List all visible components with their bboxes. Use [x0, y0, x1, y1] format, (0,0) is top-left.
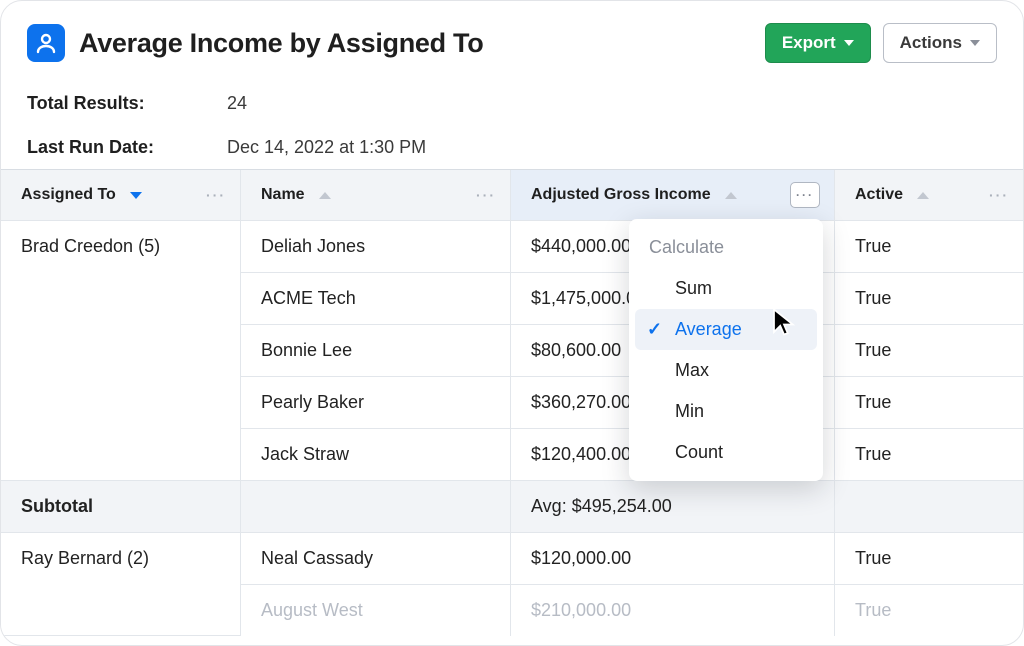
subtotal-value: Avg: $495,254.00: [511, 481, 835, 532]
cell-active: True: [835, 325, 1023, 376]
meta-last-run: Last Run Date: Dec 14, 2022 at 1:30 PM: [27, 125, 997, 169]
col-header-label: Assigned To: [21, 186, 116, 203]
col-header-label: Active: [855, 186, 903, 203]
subtotal-empty: [835, 481, 1023, 532]
more-icon[interactable]: ···: [206, 187, 226, 203]
cell-name: Jack Straw: [241, 429, 511, 480]
calc-option-sum[interactable]: Sum: [629, 268, 823, 309]
group-label[interactable]: Ray Bernard (2): [1, 533, 241, 636]
calculate-menu: Calculate Sum ✓ Average Max Min Count: [629, 219, 823, 481]
report-header: Average Income by Assigned To Export Act…: [1, 1, 1023, 75]
group-block: Ray Bernard (2) Neal Cassady $120,000.00…: [1, 533, 1023, 636]
cell-active: True: [835, 273, 1023, 324]
group-label[interactable]: Brad Creedon (5): [1, 221, 241, 481]
subtotal-empty: [241, 481, 511, 532]
export-button-label: Export: [782, 33, 836, 53]
meta-value: 24: [227, 93, 247, 114]
calc-option-count[interactable]: Count: [629, 432, 823, 473]
caret-down-icon: [970, 40, 980, 46]
actions-button-label: Actions: [900, 33, 962, 53]
cell-active: True: [835, 533, 1023, 584]
cell-active: True: [835, 429, 1023, 480]
data-grid: Assigned To ··· Name ··· Adjusted Gross …: [1, 169, 1023, 636]
sort-desc-icon: [130, 192, 142, 199]
cell-active: True: [835, 221, 1023, 272]
cell-income: $210,000.00: [511, 585, 835, 636]
col-header-label: Adjusted Gross Income: [531, 186, 711, 203]
cell-name: Deliah Jones: [241, 221, 511, 272]
check-icon: ✓: [647, 319, 662, 340]
subtotal-row: Subtotal Avg: $495,254.00: [1, 481, 1023, 533]
table-row: Neal Cassady $120,000.00 True: [241, 533, 1023, 585]
cell-active: True: [835, 377, 1023, 428]
report-frame: Average Income by Assigned To Export Act…: [0, 0, 1024, 646]
calc-option-label: Average: [675, 319, 742, 340]
calc-option-max[interactable]: Max: [629, 350, 823, 391]
meta-value: Dec 14, 2022 at 1:30 PM: [227, 137, 426, 158]
more-icon[interactable]: ···: [476, 187, 496, 203]
title-wrap: Average Income by Assigned To: [27, 24, 765, 62]
sort-asc-icon: [319, 192, 331, 199]
table-row: August West $210,000.00 True: [241, 585, 1023, 636]
sort-asc-icon: [725, 192, 737, 199]
actions-button[interactable]: Actions: [883, 23, 997, 63]
meta-total-results: Total Results: 24: [27, 81, 997, 125]
cell-active: True: [835, 585, 1023, 636]
calc-option-average[interactable]: ✓ Average: [635, 309, 817, 350]
caret-down-icon: [844, 40, 854, 46]
sort-asc-icon: [917, 192, 929, 199]
cell-name: Neal Cassady: [241, 533, 511, 584]
col-header-label: Name: [261, 186, 305, 203]
cell-income: $120,000.00: [511, 533, 835, 584]
calc-option-min[interactable]: Min: [629, 391, 823, 432]
meta-label: Last Run Date:: [27, 137, 227, 158]
grid-header-row: Assigned To ··· Name ··· Adjusted Gross …: [1, 170, 1023, 221]
calculate-menu-title: Calculate: [629, 231, 823, 268]
col-header-name[interactable]: Name ···: [241, 170, 511, 220]
page-title: Average Income by Assigned To: [79, 28, 483, 59]
col-header-assigned-to[interactable]: Assigned To ···: [1, 170, 241, 220]
col-header-active[interactable]: Active ···: [835, 170, 1023, 220]
group-block: Brad Creedon (5) Deliah Jones $440,000.0…: [1, 221, 1023, 481]
group-rows: Neal Cassady $120,000.00 True August Wes…: [241, 533, 1023, 636]
column-menu-button[interactable]: ···: [790, 182, 820, 208]
col-header-income[interactable]: Adjusted Gross Income ···: [511, 170, 835, 220]
cell-name: Pearly Baker: [241, 377, 511, 428]
export-button[interactable]: Export: [765, 23, 871, 63]
more-icon[interactable]: ···: [989, 187, 1009, 203]
subtotal-label: Subtotal: [1, 481, 241, 532]
report-meta: Total Results: 24 Last Run Date: Dec 14,…: [1, 75, 1023, 169]
cell-name: August West: [241, 585, 511, 636]
cell-name: Bonnie Lee: [241, 325, 511, 376]
person-icon: [27, 24, 65, 62]
cell-name: ACME Tech: [241, 273, 511, 324]
meta-label: Total Results:: [27, 93, 227, 114]
